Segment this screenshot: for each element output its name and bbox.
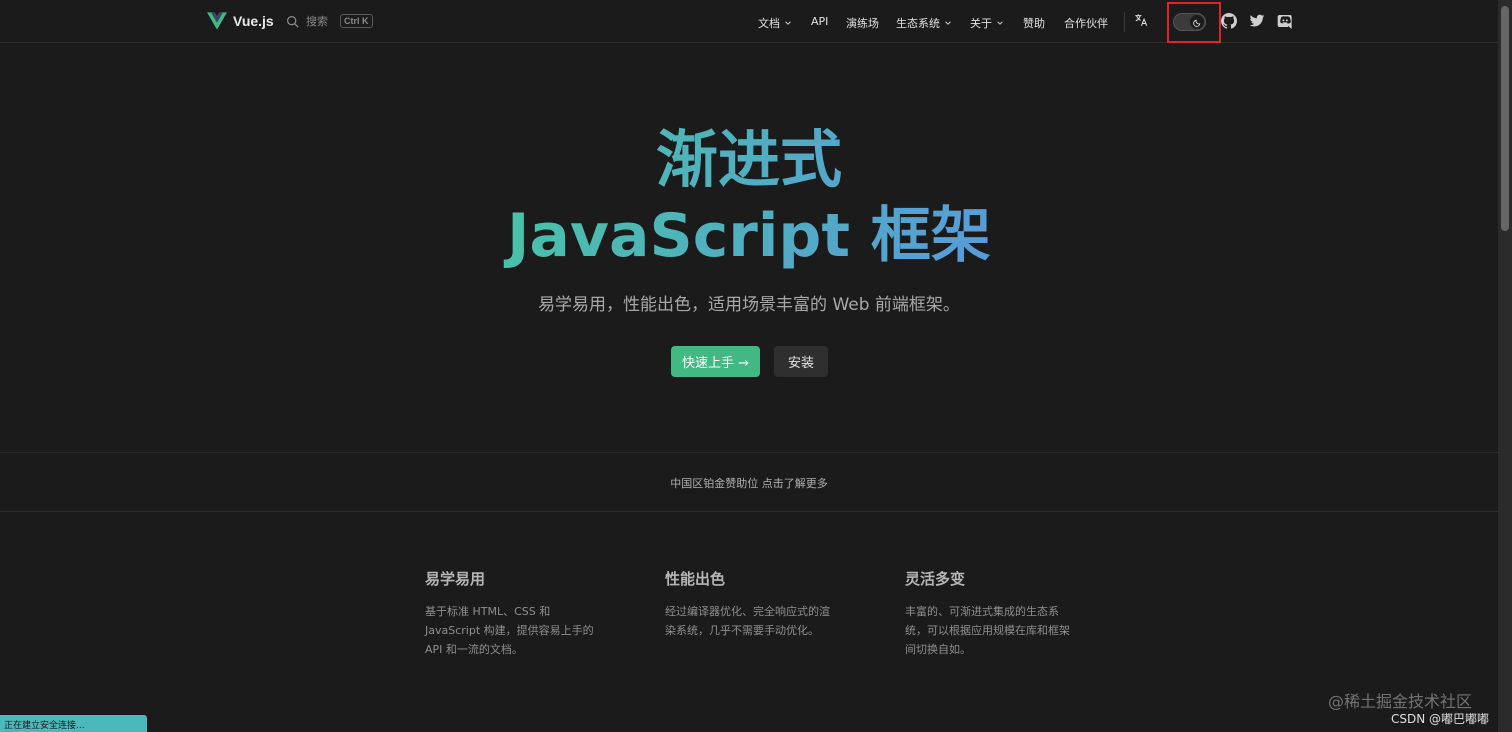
- nav-item-sponsor[interactable]: 赞助: [1023, 15, 1045, 31]
- chevron-down-icon: [997, 21, 1003, 25]
- feature-approachable: 易学易用 基于标准 HTML、CSS 和 JavaScript 构建，提供容易上…: [425, 568, 600, 659]
- vue-logo-link[interactable]: Vue.js: [207, 12, 274, 30]
- hero-title-line1: 渐进式: [0, 122, 1498, 198]
- brand-name: Vue.js: [233, 13, 274, 29]
- feature-description: 基于标准 HTML、CSS 和 JavaScript 构建，提供容易上手的 AP…: [425, 605, 594, 656]
- search-button[interactable]: 搜索 Ctrl K: [286, 13, 373, 29]
- github-icon[interactable]: [1221, 13, 1237, 29]
- nav-item-label: 演练场: [846, 17, 879, 30]
- scrollbar-thumb[interactable]: [1501, 6, 1509, 231]
- feature-title: 灵活多变: [905, 570, 966, 588]
- nav-item-label: API: [811, 15, 829, 28]
- get-started-button[interactable]: 快速上手 →: [671, 346, 760, 377]
- annotation-highlight-box: [1167, 2, 1221, 43]
- chevron-down-icon: [945, 21, 951, 25]
- section-divider: [0, 452, 1498, 453]
- feature-performant: 性能出色 经过编译器优化、完全响应式的渲染系统，几乎不需要手动优化。: [665, 568, 840, 640]
- translate-icon[interactable]: [1134, 13, 1148, 27]
- discord-icon[interactable]: [1277, 13, 1293, 29]
- twitter-icon[interactable]: [1249, 13, 1265, 29]
- chevron-down-icon: [785, 21, 791, 25]
- search-shortcut-badge: Ctrl K: [340, 14, 373, 28]
- nav-item-label: 文档: [758, 17, 780, 30]
- vue-logo-icon: [207, 12, 227, 30]
- section-divider: [0, 511, 1498, 512]
- hero-title-line2: JavaScript 框架: [0, 198, 1498, 274]
- feature-title: 易学易用: [425, 570, 486, 588]
- feature-description: 丰富的、可渐进式集成的生态系统，可以根据应用规模在库和框架间切换自如。: [905, 605, 1070, 656]
- sponsor-link[interactable]: 中国区铂金赞助位 点击了解更多: [0, 475, 1498, 491]
- nav-item-api[interactable]: API: [811, 15, 828, 28]
- feature-description: 经过编译器优化、完全响应式的渲染系统，几乎不需要手动优化。: [665, 605, 830, 637]
- nav-item-docs[interactable]: 文档: [758, 15, 792, 31]
- watermark-juejin: @稀土掘金技术社区: [1328, 692, 1473, 711]
- browser-status-bar: 正在建立安全连接...: [0, 715, 147, 732]
- watermark-csdn: CSDN @嘟巴嘟嘟: [1391, 712, 1490, 726]
- nav-item-label: 合作伙伴: [1064, 17, 1108, 30]
- nav-item-playground[interactable]: 演练场: [846, 15, 879, 31]
- nav-divider: [1124, 12, 1125, 32]
- hero-tagline: 易学易用，性能出色，适用场景丰富的 Web 前端框架。: [538, 295, 960, 315]
- nav-item-ecosystem[interactable]: 生态系统: [896, 15, 952, 31]
- install-button[interactable]: 安装: [774, 346, 828, 377]
- nav-item-about[interactable]: 关于: [970, 15, 1004, 31]
- vertical-scrollbar[interactable]: [1498, 0, 1512, 732]
- nav-item-label: 关于: [970, 17, 992, 30]
- nav-item-label: 赞助: [1023, 17, 1045, 30]
- top-nav: Vue.js 搜索 Ctrl K 文档 API 演练场 生态系统 关于 赞助 合…: [0, 0, 1498, 43]
- nav-item-label: 生态系统: [896, 17, 940, 30]
- nav-item-partners[interactable]: 合作伙伴: [1064, 15, 1108, 31]
- search-label: 搜索: [306, 15, 328, 28]
- feature-versatile: 灵活多变 丰富的、可渐进式集成的生态系统，可以根据应用规模在库和框架间切换自如。: [905, 568, 1080, 659]
- search-icon: [286, 15, 299, 28]
- feature-title: 性能出色: [665, 570, 726, 588]
